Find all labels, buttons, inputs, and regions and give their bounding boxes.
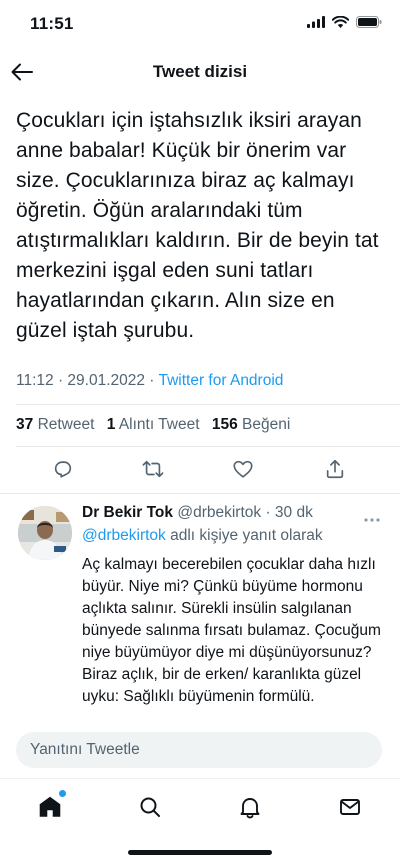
bell-icon — [240, 798, 260, 819]
divider — [16, 446, 400, 447]
tweet-meta: 11:12 · 29.01.2022 · Twitter for Android — [16, 372, 283, 390]
tab-messages[interactable] — [336, 793, 364, 821]
avatar-photo — [18, 506, 72, 560]
retweets-label: Retweet — [37, 416, 95, 433]
tweet-text: Çocukları için iştahsızlık iksiri arayan… — [16, 109, 379, 342]
reply-to-label: adlı kişiye yanıt olarak — [170, 527, 323, 544]
retweets-count: 37 — [16, 416, 34, 433]
more-options-button[interactable] — [364, 506, 380, 527]
status-time: 11:51 — [30, 14, 74, 33]
avatar[interactable] — [18, 506, 72, 560]
quotes-count: 1 — [106, 416, 116, 433]
page-title: Tweet dizisi — [152, 62, 248, 81]
search-icon — [140, 797, 160, 817]
share-button[interactable] — [322, 456, 348, 482]
reply-author-name[interactable]: Dr Bekir Tok — [82, 504, 173, 521]
tab-search[interactable] — [136, 793, 164, 821]
tab-notifications[interactable] — [236, 793, 264, 821]
likes-count: 156 — [211, 416, 238, 433]
retweet-button[interactable] — [140, 456, 166, 482]
reply-to-line: @drbekirtok adlı kişiye yanıt olarak — [82, 527, 323, 545]
reply-header: Dr Bekir Tok @drbekirtok · 30 dk — [82, 504, 313, 522]
quotes-stat[interactable]: 1 Alıntı Tweet — [107, 416, 200, 433]
reply-button[interactable] — [50, 456, 76, 482]
like-button[interactable] — [230, 456, 256, 482]
retweets-stat[interactable]: 37 Retweet — [16, 416, 94, 433]
nav-bar: Tweet dizisi — [0, 50, 400, 94]
wifi-icon — [332, 16, 349, 28]
mail-icon — [340, 799, 360, 815]
battery-icon — [356, 16, 382, 28]
tweet-timestamp: 11:12 · 29.01.2022 · — [16, 372, 159, 389]
reply-text: Aç kalmayı becerebilen çocuklar daha hız… — [82, 556, 381, 705]
compose-placeholder: Yanıtını Tweetle — [30, 741, 140, 758]
reply-tweet[interactable]: Dr Bekir Tok @drbekirtok · 30 dk @drbeki… — [0, 494, 400, 729]
reply-to-mention[interactable]: @drbekirtok — [82, 527, 166, 544]
tweet-client-link[interactable]: Twitter for Android — [158, 372, 283, 389]
tweet-stats: 37 Retweet 1 Alıntı Tweet 156 Beğeni — [16, 416, 290, 434]
home-icon — [39, 796, 61, 817]
share-icon — [326, 459, 344, 479]
home-indicator — [128, 850, 272, 855]
status-bar: 11:51 — [0, 0, 400, 48]
bottom-tab-bar — [0, 778, 400, 834]
heart-icon — [233, 460, 253, 478]
cellular-signal-icon — [307, 16, 325, 28]
likes-stat[interactable]: 156 Beğeni — [212, 416, 290, 433]
divider — [16, 404, 400, 405]
tweet-actions — [0, 456, 400, 486]
quotes-label: Alıntı Tweet — [118, 416, 200, 433]
more-icon — [364, 518, 380, 522]
reply-icon — [54, 461, 72, 478]
tab-home[interactable] — [36, 790, 66, 821]
retweet-icon — [142, 460, 164, 478]
reply-author-handle: @drbekirtok · 30 dk — [177, 504, 313, 521]
notification-dot — [59, 790, 66, 797]
status-icons — [307, 16, 382, 28]
reply-compose-input[interactable]: Yanıtını Tweetle — [16, 732, 382, 768]
likes-label: Beğeni — [242, 416, 291, 433]
